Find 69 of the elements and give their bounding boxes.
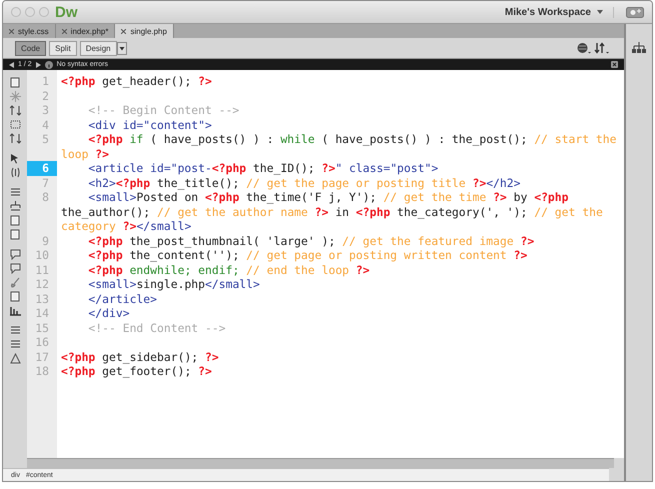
arrows-icon[interactable] <box>10 105 20 116</box>
line-number: 16 <box>34 335 50 350</box>
globe-icon[interactable] <box>577 42 591 54</box>
code-line: <?php the_content(''); // get page or posting written content ?> <box>87 248 528 262</box>
window-control-dot[interactable] <box>39 7 49 17</box>
box-icon[interactable] <box>10 291 20 302</box>
view-button[interactable]: Split <box>49 40 77 56</box>
code-line: <small>Posted on <?php the_time('F j, Y'); // get the time ?> by <?php the_author(); // get the author name ?> in <?php the_category(', '); // get the category ?></small> <box>60 190 604 234</box>
brush-icon[interactable] <box>10 277 20 288</box>
code-line: <div id="content"> <box>87 118 213 132</box>
code-line: <small>single.php</small> <box>87 277 261 292</box>
previous-arrow-icon[interactable] <box>9 62 14 68</box>
code-line: <article id="post-<?php the_ID(); ?>" class="post"> <box>87 161 440 176</box>
code-line: <!-- End Content --> <box>87 320 227 335</box>
window-control-dot[interactable] <box>11 7 21 17</box>
horizontal-scrollbar[interactable] <box>27 458 614 468</box>
code-line: <?php endwhile; endif; // end the loop ?> <box>87 262 371 277</box>
line-number: 6 <box>27 161 57 176</box>
line-number: 8 <box>41 190 50 206</box>
sort-arrows-icon[interactable] <box>594 42 610 54</box>
line-number: 12 <box>34 277 50 292</box>
close-icon[interactable] <box>611 61 618 68</box>
line-number: 17 <box>34 350 50 364</box>
line-number: 11 <box>34 262 50 277</box>
window-control-dot[interactable] <box>25 7 35 17</box>
close-icon[interactable] <box>121 28 126 34</box>
cursor-icon[interactable] <box>10 153 20 164</box>
code-line: <?php if ( have_posts() ) : while ( have_posts() ) : the_post(); // start the loop ?> <box>60 132 618 161</box>
document-tab[interactable]: single.php <box>115 24 174 38</box>
line-number: 10 <box>34 248 50 262</box>
line-number: 15 <box>34 320 50 335</box>
brackets-icon[interactable] <box>10 167 20 178</box>
page-icon[interactable] <box>10 77 20 88</box>
dotted-box-icon[interactable] <box>10 119 20 130</box>
code-line: <?php get_footer(); ?> <box>60 364 213 378</box>
line-number: 14 <box>34 306 50 320</box>
site-tree-icon[interactable] <box>632 42 646 54</box>
view-button[interactable]: Design <box>80 40 117 56</box>
line-number: 3 <box>41 103 50 118</box>
code-line: <!-- Begin Content --> <box>87 103 240 118</box>
arrows-icon[interactable] <box>10 133 20 144</box>
app-logo: Dw <box>55 4 78 20</box>
view-button[interactable]: Code <box>15 40 46 56</box>
code-line: <?php the_post_thumbnail( 'large' ); // get the featured image ?> <box>87 234 536 248</box>
line-number: 2 <box>41 88 50 103</box>
code-line: <h2><?php the_title(); // get the page or posting title ?></h2> <box>87 176 522 190</box>
line-number: 1 <box>41 74 50 88</box>
line-number: 5 <box>41 132 50 148</box>
caret-icon <box>597 10 603 14</box>
line-number: 13 <box>34 292 50 306</box>
star-icon[interactable] <box>10 91 20 102</box>
code-line: <?php get_header(); ?> <box>60 74 213 88</box>
line-number: 9 <box>41 234 50 248</box>
close-icon[interactable] <box>9 28 14 34</box>
bar-chart-icon[interactable] <box>10 305 20 316</box>
code-line: <?php get_sidebar(); ?> <box>60 350 220 364</box>
workspace-menu[interactable]: Mike's Workspace <box>494 6 614 18</box>
line-number: 4 <box>41 118 50 132</box>
list-icon[interactable] <box>10 187 20 198</box>
code-line: </article> <box>87 292 158 306</box>
speech-bubble-icon[interactable] <box>10 249 20 260</box>
close-icon[interactable] <box>62 28 67 34</box>
next-arrow-icon[interactable] <box>36 62 41 68</box>
code-line: </div> <box>87 306 131 320</box>
line-number: 7 <box>41 176 50 190</box>
speech-bubble-icon[interactable] <box>10 263 20 274</box>
document-tab[interactable]: style.css <box>3 24 56 38</box>
gear-button-icon[interactable] <box>626 6 644 18</box>
line-number: 18 <box>34 364 50 378</box>
